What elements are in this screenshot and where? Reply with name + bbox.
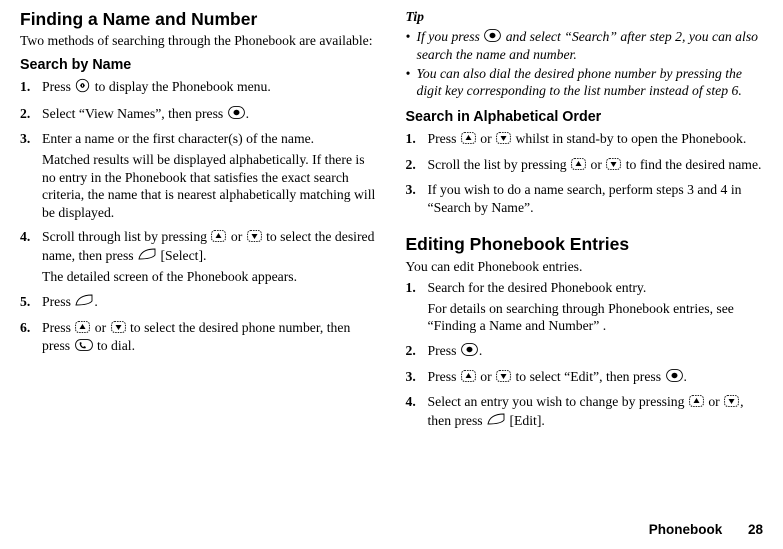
list-item: 1. Search for the desired Phonebook entr… xyxy=(406,279,764,338)
step-number: 1. xyxy=(406,130,428,152)
down-key-icon xyxy=(724,394,739,412)
intro-text: Two methods of searching through the Pho… xyxy=(20,32,378,50)
down-key-icon xyxy=(247,229,262,247)
down-key-icon xyxy=(111,320,126,338)
up-key-icon xyxy=(461,131,476,149)
heading-finding: Finding a Name and Number xyxy=(20,8,378,30)
step-text: Press or to select “Edit”, then press . xyxy=(428,368,764,387)
step-text: If you wish to do a name search, perform… xyxy=(428,181,764,216)
up-key-icon xyxy=(211,229,226,247)
nav-circle-icon xyxy=(75,78,90,98)
center-key-icon xyxy=(666,369,683,387)
list-item: 1. Press to display the Phonebook menu. xyxy=(20,78,378,101)
step-number: 2. xyxy=(406,156,428,178)
edit-steps: 1. Search for the desired Phonebook entr… xyxy=(406,279,764,433)
softkey-left-icon xyxy=(75,294,93,312)
list-item: 3. If you wish to do a name search, perf… xyxy=(406,181,764,219)
step-text: Scroll through list by pressing or to se… xyxy=(42,228,378,265)
heading-alpha-search: Search in Alphabetical Order xyxy=(406,108,764,126)
list-item: 2. Scroll the list by pressing or to fin… xyxy=(406,156,764,178)
footer-page: 28 xyxy=(748,522,763,537)
step-number: 5. xyxy=(20,293,42,315)
tip-list: • If you press and select “Search” after… xyxy=(406,28,764,100)
step-number: 1. xyxy=(406,279,428,338)
step-number: 6. xyxy=(20,319,42,359)
up-key-icon xyxy=(461,369,476,387)
tip-label: Tip xyxy=(406,8,764,26)
step-text: Enter a name or the first character(s) o… xyxy=(42,130,378,148)
down-key-icon xyxy=(606,157,621,175)
tip-text: If you press and select “Search” after s… xyxy=(417,28,764,64)
step-text: Scroll the list by pressing or to find t… xyxy=(428,156,764,175)
list-item: 3. Enter a name or the first character(s… xyxy=(20,130,378,224)
alpha-search-steps: 1. Press or whilst in stand-by to open t… xyxy=(406,130,764,219)
step-number: 4. xyxy=(406,393,428,433)
bullet: • xyxy=(406,28,417,64)
step-text: Search for the desired Phonebook entry. xyxy=(428,279,764,297)
list-item: 1. Press or whilst in stand-by to open t… xyxy=(406,130,764,152)
heading-search-by-name: Search by Name xyxy=(20,56,378,74)
step-number: 3. xyxy=(20,130,42,224)
list-item: 4. Select an entry you wish to change by… xyxy=(406,393,764,433)
step-text: Press to display the Phonebook menu. xyxy=(42,78,378,98)
list-item: 6. Press or to select the desired phone … xyxy=(20,319,378,359)
center-key-icon xyxy=(461,343,478,361)
step-text: Press or to select the desired phone num… xyxy=(42,319,378,356)
step-text: Press or whilst in stand-by to open the … xyxy=(428,130,764,149)
list-item: 2. Select “View Names”, then press . xyxy=(20,105,378,127)
step-text: For details on searching through Phonebo… xyxy=(428,300,764,335)
footer-section: Phonebook xyxy=(649,522,723,537)
list-item: 3. Press or to select “Edit”, then press… xyxy=(406,368,764,390)
up-key-icon xyxy=(75,320,90,338)
step-number: 4. xyxy=(20,228,42,289)
heading-editing: Editing Phonebook Entries xyxy=(406,233,764,255)
down-key-icon xyxy=(496,369,511,387)
page-footer: Phonebook 28 xyxy=(649,521,763,538)
call-key-icon xyxy=(75,338,93,356)
down-key-icon xyxy=(496,131,511,149)
edit-intro: You can edit Phonebook entries. xyxy=(406,258,764,276)
step-text: Press . xyxy=(428,342,764,361)
step-text: Press . xyxy=(42,293,378,312)
center-key-icon xyxy=(228,106,245,124)
step-text: Select an entry you wish to change by pr… xyxy=(428,393,764,430)
right-column: Tip • If you press and select “Search” a… xyxy=(406,8,764,437)
search-by-name-steps: 1. Press to display the Phonebook menu. … xyxy=(20,78,378,359)
tip-text: You can also dial the desired phone numb… xyxy=(417,65,764,100)
list-item: 2. Press . xyxy=(406,342,764,364)
list-item: 4. Scroll through list by pressing or to… xyxy=(20,228,378,289)
bullet: • xyxy=(406,65,417,100)
left-column: Finding a Name and Number Two methods of… xyxy=(20,8,378,437)
softkey-left-icon xyxy=(138,248,156,266)
step-number: 1. xyxy=(20,78,42,101)
step-text: Select “View Names”, then press . xyxy=(42,105,378,124)
step-text: The detailed screen of the Phonebook app… xyxy=(42,268,378,286)
up-key-icon xyxy=(689,394,704,412)
step-number: 3. xyxy=(406,181,428,219)
up-key-icon xyxy=(571,157,586,175)
step-text: Matched results will be displayed alphab… xyxy=(42,151,378,221)
step-number: 2. xyxy=(406,342,428,364)
step-number: 3. xyxy=(406,368,428,390)
list-item: 5. Press . xyxy=(20,293,378,315)
list-item: • You can also dial the desired phone nu… xyxy=(406,65,764,100)
softkey-left-icon xyxy=(487,413,505,431)
list-item: • If you press and select “Search” after… xyxy=(406,28,764,64)
center-key-icon xyxy=(484,29,501,47)
step-number: 2. xyxy=(20,105,42,127)
